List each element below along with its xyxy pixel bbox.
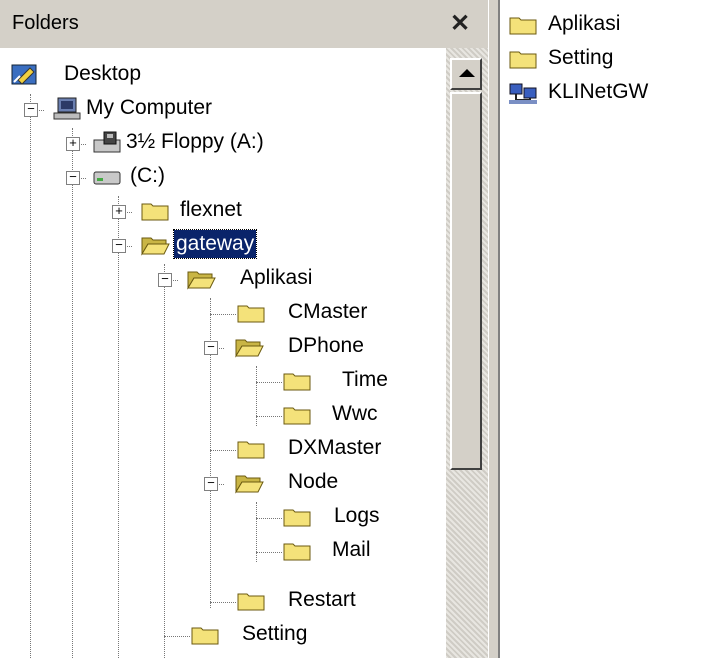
folder-icon bbox=[236, 300, 266, 324]
folders-title: Folders bbox=[12, 12, 79, 34]
scrollbar-thumb[interactable] bbox=[450, 92, 482, 470]
tree-item-label: gateway bbox=[172, 229, 258, 259]
tree-line bbox=[256, 416, 282, 417]
folders-header: Folders ✕ bbox=[0, 0, 488, 48]
vertical-scrollbar[interactable] bbox=[446, 48, 488, 658]
tree-item-dxmaster[interactable]: DXMaster bbox=[236, 434, 436, 466]
expand-toggle[interactable]: + bbox=[112, 205, 126, 219]
folder-icon bbox=[282, 538, 312, 562]
tree-item-label: Logs bbox=[334, 504, 380, 527]
tree-line bbox=[118, 196, 119, 658]
tree-line bbox=[30, 94, 31, 658]
tree-item-c-drive[interactable]: − (C:) bbox=[66, 162, 266, 194]
folder-icon bbox=[190, 622, 220, 646]
tree-item-label: Wwc bbox=[332, 402, 378, 425]
tree-item-mail[interactable]: Mail bbox=[282, 536, 432, 568]
folder-icon bbox=[282, 504, 312, 528]
open-folder-icon bbox=[186, 266, 216, 290]
open-folder-icon bbox=[234, 470, 264, 494]
content-item-label: KLINetGW bbox=[548, 80, 649, 103]
scroll-up-button[interactable] bbox=[450, 58, 482, 90]
tree-line bbox=[256, 518, 282, 519]
tree-item-label: Restart bbox=[288, 588, 356, 611]
folder-icon bbox=[236, 588, 266, 612]
tree-item-logs[interactable]: Logs bbox=[282, 502, 432, 534]
folder-icon bbox=[508, 12, 538, 36]
tree-item-gateway[interactable]: − gateway bbox=[112, 229, 312, 262]
contents-pane: Aplikasi Setting KLINetGW bbox=[500, 0, 704, 658]
collapse-toggle[interactable]: − bbox=[66, 171, 80, 185]
tree-item-setting[interactable]: Setting bbox=[190, 620, 370, 652]
tree-item-label: Node bbox=[288, 470, 339, 493]
folder-icon bbox=[508, 46, 538, 70]
tree-item-label: 3½ Floppy (A:) bbox=[126, 130, 264, 153]
tree-item-floppy[interactable]: + 3½ Floppy (A:) bbox=[66, 128, 326, 160]
content-item-label: Aplikasi bbox=[548, 12, 621, 35]
content-item-aplikasi[interactable]: Aplikasi bbox=[508, 8, 698, 40]
expand-toggle[interactable]: + bbox=[66, 137, 80, 151]
pane-splitter[interactable] bbox=[488, 0, 500, 658]
tree-line bbox=[210, 602, 236, 603]
open-folder-icon bbox=[140, 232, 170, 256]
tree-item-dphone[interactable]: − DPhone bbox=[204, 332, 404, 364]
tree-item-label: My Computer bbox=[86, 96, 213, 119]
tree-line bbox=[164, 264, 165, 658]
tree-line bbox=[256, 366, 257, 426]
tree-item-my-computer[interactable]: − My Computer bbox=[24, 94, 274, 126]
collapse-toggle[interactable]: − bbox=[158, 273, 172, 287]
tree-line bbox=[210, 450, 236, 451]
hard-drive-icon bbox=[92, 164, 122, 188]
tree-item-label: Time bbox=[342, 368, 388, 391]
folder-icon bbox=[236, 436, 266, 460]
collapse-toggle[interactable]: − bbox=[204, 341, 218, 355]
collapse-toggle[interactable]: − bbox=[204, 477, 218, 491]
open-folder-icon bbox=[234, 334, 264, 358]
tree-item-label: Setting bbox=[242, 622, 308, 645]
tree-line bbox=[256, 552, 282, 553]
arrow-up-icon bbox=[459, 69, 475, 77]
tree-item-label: Desktop bbox=[64, 62, 142, 85]
floppy-drive-icon bbox=[92, 130, 122, 154]
desktop-icon bbox=[10, 62, 40, 86]
content-item-label: Setting bbox=[548, 46, 614, 69]
computer-icon bbox=[52, 96, 82, 120]
tree-line bbox=[256, 502, 257, 562]
tree-line bbox=[72, 128, 73, 658]
network-share-icon bbox=[508, 80, 538, 104]
tree-item-label: (C:) bbox=[130, 164, 165, 187]
tree-item-aplikasi[interactable]: − Aplikasi bbox=[158, 264, 378, 296]
collapse-toggle[interactable]: − bbox=[112, 239, 126, 253]
tree-item-desktop[interactable]: Desktop bbox=[10, 60, 210, 92]
tree-item-label: flexnet bbox=[180, 198, 242, 221]
folder-icon bbox=[282, 402, 312, 426]
tree-item-label: Aplikasi bbox=[240, 266, 313, 289]
folder-icon bbox=[140, 198, 170, 222]
tree-item-flexnet[interactable]: + flexnet bbox=[112, 196, 312, 228]
tree-item-node[interactable]: − Node bbox=[204, 468, 404, 500]
tree-item-cmaster[interactable]: CMaster bbox=[236, 298, 416, 330]
close-button[interactable]: ✕ bbox=[446, 10, 474, 38]
tree-item-label: DPhone bbox=[288, 334, 364, 357]
tree-item-label: DXMaster bbox=[288, 436, 382, 459]
tree-item-wwc[interactable]: Wwc bbox=[282, 400, 432, 432]
folders-pane: Folders ✕ Desktop − My Computer + 3½ Flo… bbox=[0, 0, 488, 658]
tree-line bbox=[164, 636, 190, 637]
folder-tree: Desktop − My Computer + 3½ Floppy (A:) −… bbox=[0, 48, 446, 658]
collapse-toggle[interactable]: − bbox=[24, 103, 38, 117]
content-item-setting[interactable]: Setting bbox=[508, 42, 698, 74]
tree-item-time[interactable]: Time bbox=[282, 366, 432, 398]
tree-line bbox=[210, 314, 236, 315]
tree-item-label: Mail bbox=[332, 538, 371, 561]
content-item-klinetgw[interactable]: KLINetGW bbox=[508, 76, 698, 108]
tree-line bbox=[256, 382, 282, 383]
tree-item-restart[interactable]: Restart bbox=[236, 586, 416, 618]
folder-icon bbox=[282, 368, 312, 392]
tree-item-label: CMaster bbox=[288, 300, 368, 323]
